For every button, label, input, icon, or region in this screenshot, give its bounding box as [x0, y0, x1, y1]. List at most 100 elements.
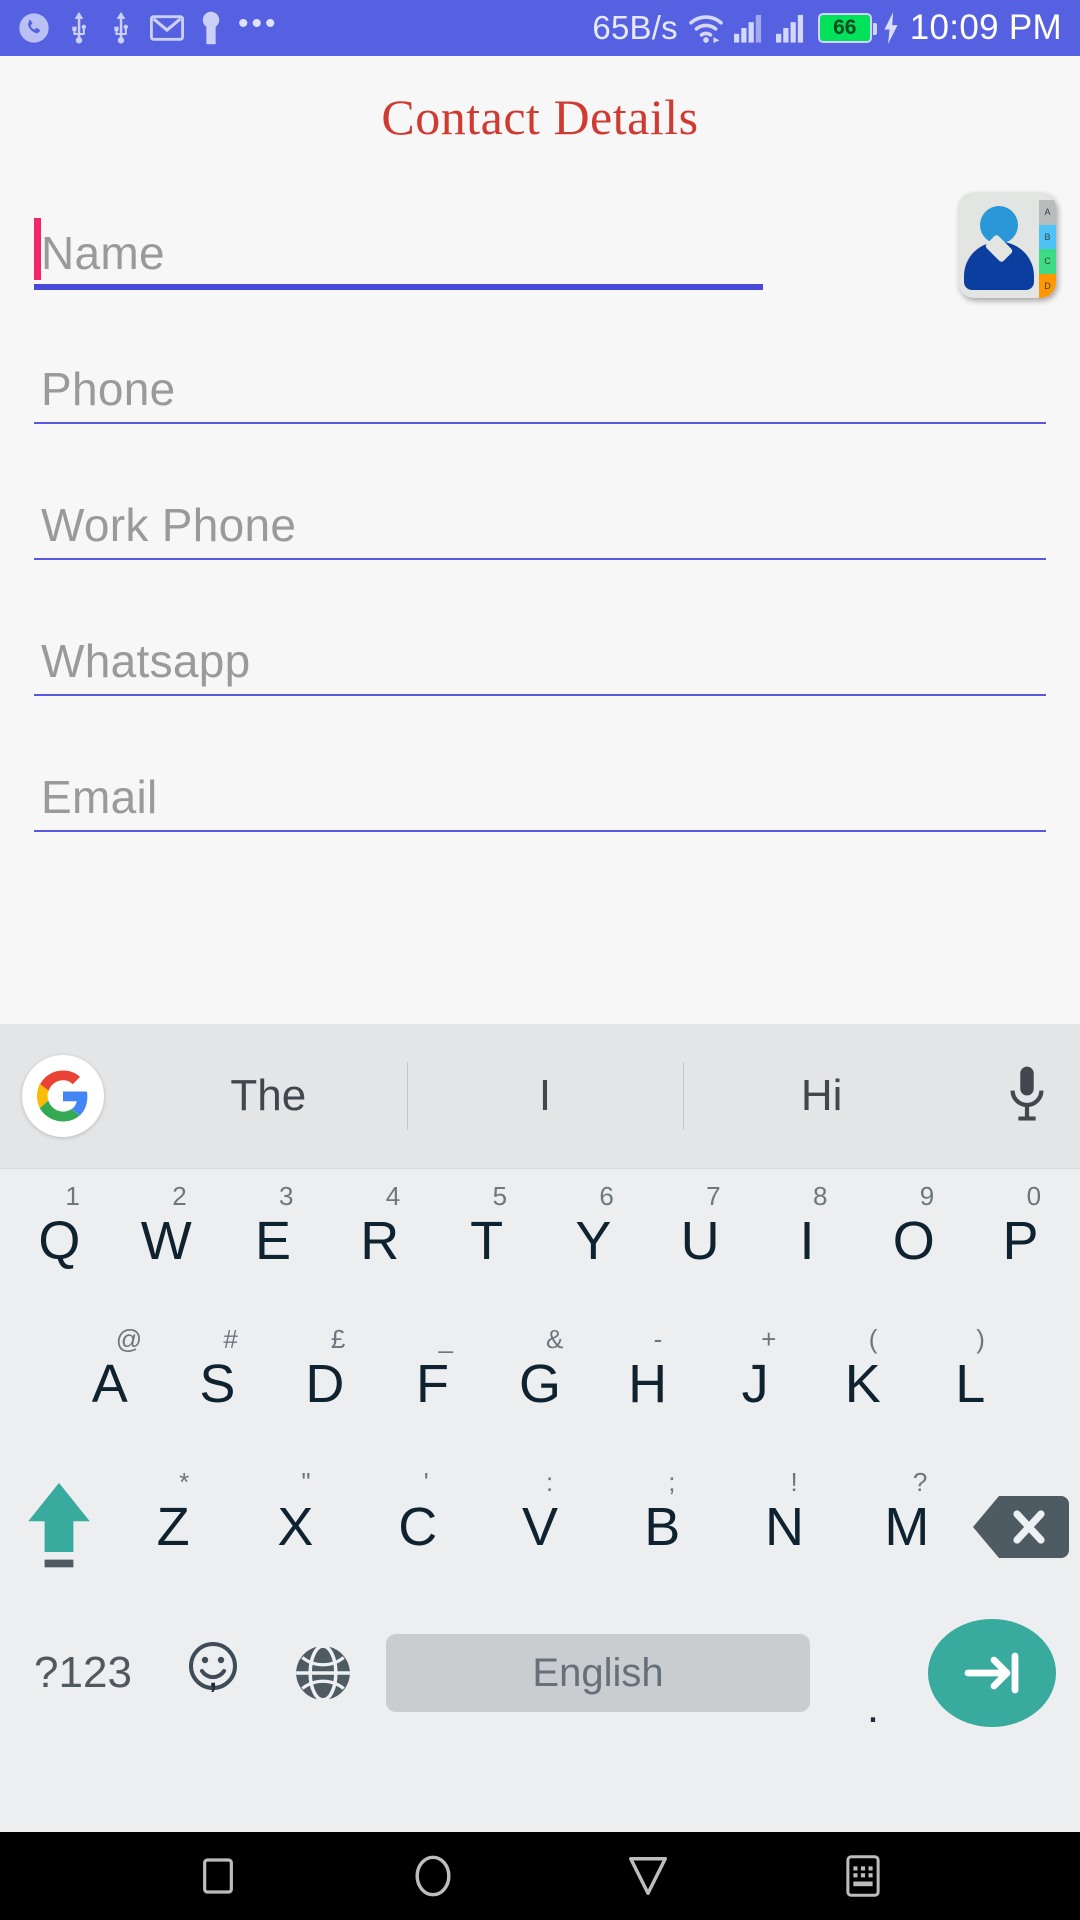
key-V-alt: :	[545, 1467, 554, 1497]
shift-arrow-icon[interactable]	[6, 1479, 112, 1575]
key-O-label: O	[892, 1210, 935, 1271]
globe-language-icon[interactable]	[268, 1642, 378, 1704]
key-T-label: T	[470, 1210, 504, 1271]
key-B-alt: ;	[668, 1467, 676, 1497]
suggestion-item-3[interactable]: Hi	[683, 1071, 960, 1121]
space-key[interactable]: English	[386, 1634, 810, 1712]
key-Y[interactable]: 6Y	[540, 1169, 647, 1312]
keyboard-row-1: 1Q 2W 3E 4R 5T 6Y 7U 8I 9O 0P	[0, 1169, 1080, 1312]
key-V[interactable]: :V	[479, 1455, 601, 1598]
whatsapp-field-underline	[34, 694, 1046, 696]
key-K-alt: (	[868, 1324, 878, 1354]
period-key[interactable]: .	[818, 1598, 928, 1748]
tab-next-arrow-icon[interactable]	[928, 1619, 1056, 1727]
work-phone-field-placeholder: Work Phone	[41, 499, 297, 551]
key-W-alt: 2	[172, 1181, 187, 1211]
keyboard-row-2: @ A # S £ D _ F & G -H + J (K ) L	[0, 1312, 1080, 1455]
key-U[interactable]: 7U	[647, 1169, 754, 1312]
key-G[interactable]: & G	[486, 1312, 594, 1455]
key-D-label: D	[305, 1353, 345, 1414]
recents-square-icon[interactable]	[178, 1846, 258, 1906]
clock-text: 10:09 PM	[909, 8, 1062, 47]
key-Z-alt: *	[179, 1467, 190, 1497]
key-W-label: W	[140, 1210, 192, 1271]
home-circle-icon[interactable]	[393, 1846, 473, 1906]
key-I[interactable]: 8I	[754, 1169, 861, 1312]
key-K[interactable]: (K	[809, 1312, 917, 1455]
key-D[interactable]: £ D	[271, 1312, 379, 1455]
key-E-alt: 3	[278, 1181, 294, 1211]
key-U-label: U	[680, 1210, 720, 1271]
symbols-key[interactable]: ?123	[8, 1648, 158, 1698]
battery-level-text: 66	[833, 16, 857, 39]
emoji-smiley-icon[interactable]: ,	[158, 1640, 268, 1706]
key-C-label: C	[398, 1496, 438, 1557]
key-L-alt: )	[976, 1324, 985, 1354]
key-C-alt: '	[423, 1467, 429, 1497]
microphone-icon[interactable]	[1004, 1065, 1050, 1128]
backspace-icon[interactable]	[968, 1494, 1074, 1560]
name-field-underline	[34, 284, 763, 290]
phone-screen: ••• 65B/s 66 10:09 PM Contact Details A …	[0, 0, 1080, 1920]
key-T[interactable]: 5T	[433, 1169, 540, 1312]
key-W[interactable]: 2W	[113, 1169, 220, 1312]
comma-key-label: ,	[207, 1652, 219, 1696]
key-B-label: B	[644, 1496, 681, 1557]
name-field[interactable]: Name	[34, 170, 1046, 306]
key-R-label: R	[360, 1210, 400, 1271]
hide-keyboard-icon[interactable]	[823, 1846, 903, 1906]
key-N[interactable]: ! N	[723, 1455, 845, 1598]
key-L[interactable]: ) L	[917, 1312, 1025, 1455]
suggestion-list: The I Hi	[130, 1024, 960, 1168]
key-F-label: F	[415, 1353, 449, 1414]
key-G-alt: &	[546, 1324, 564, 1354]
virtual-keyboard: The I Hi 1Q 2W 3E 4R 5T 6Y 7U 8I 9 O 0 P…	[0, 1024, 1080, 1920]
key-M-label: M	[884, 1496, 930, 1557]
key-R[interactable]: 4R	[326, 1169, 433, 1312]
key-S[interactable]: # S	[164, 1312, 272, 1455]
key-M[interactable]: ? M	[846, 1455, 968, 1598]
wifi-icon	[688, 13, 724, 43]
network-speed-text: 65B/s	[592, 9, 678, 46]
key-P[interactable]: 0P	[967, 1169, 1074, 1312]
key-L-label: L	[955, 1353, 986, 1414]
phone-field-underline	[34, 422, 1046, 424]
key-A-label: A	[91, 1353, 128, 1414]
key-N-label: N	[765, 1496, 805, 1557]
key-Z-label: Z	[156, 1496, 190, 1557]
suggestion-item-1[interactable]: The	[130, 1071, 407, 1121]
key-X[interactable]: " X	[234, 1455, 356, 1598]
key-Z[interactable]: * Z	[112, 1455, 234, 1598]
key-I-alt: 8	[812, 1181, 828, 1211]
whatsapp-field[interactable]: Whatsapp	[34, 578, 1046, 714]
key-E[interactable]: 3E	[220, 1169, 327, 1312]
key-F[interactable]: _ F	[379, 1312, 487, 1455]
key-B[interactable]: ; B	[601, 1455, 723, 1598]
phone-field[interactable]: Phone	[34, 306, 1046, 442]
key-J[interactable]: + J	[701, 1312, 809, 1455]
back-triangle-icon[interactable]	[608, 1846, 688, 1906]
signal-bars-sim1-icon	[733, 13, 766, 43]
key-X-alt: "	[301, 1467, 311, 1497]
signal-bars-sim2-icon	[775, 13, 808, 43]
key-Q[interactable]: 1Q	[6, 1169, 113, 1312]
email-field[interactable]: Email	[34, 714, 1046, 850]
key-A-alt: @	[115, 1324, 143, 1354]
phone-field-placeholder: Phone	[41, 363, 176, 415]
key-A[interactable]: @ A	[56, 1312, 164, 1455]
key-J-alt: +	[761, 1324, 777, 1354]
key-S-alt: #	[223, 1324, 238, 1354]
work-phone-field[interactable]: Work Phone	[34, 442, 1046, 578]
suggestion-item-2[interactable]: I	[407, 1071, 684, 1121]
key-F-alt: _	[438, 1324, 453, 1354]
key-H[interactable]: -H	[594, 1312, 702, 1455]
key-O-alt: 9	[919, 1181, 935, 1211]
key-P-alt: 0	[1026, 1181, 1042, 1211]
android-navigation-bar	[0, 1832, 1080, 1920]
google-g-logo[interactable]	[22, 1055, 104, 1137]
key-O[interactable]: 9O	[860, 1169, 967, 1312]
key-Q-label: Q	[38, 1210, 81, 1271]
key-C[interactable]: ' C	[357, 1455, 479, 1598]
key-S-label: S	[199, 1353, 236, 1414]
key-K-label: K	[844, 1353, 881, 1414]
